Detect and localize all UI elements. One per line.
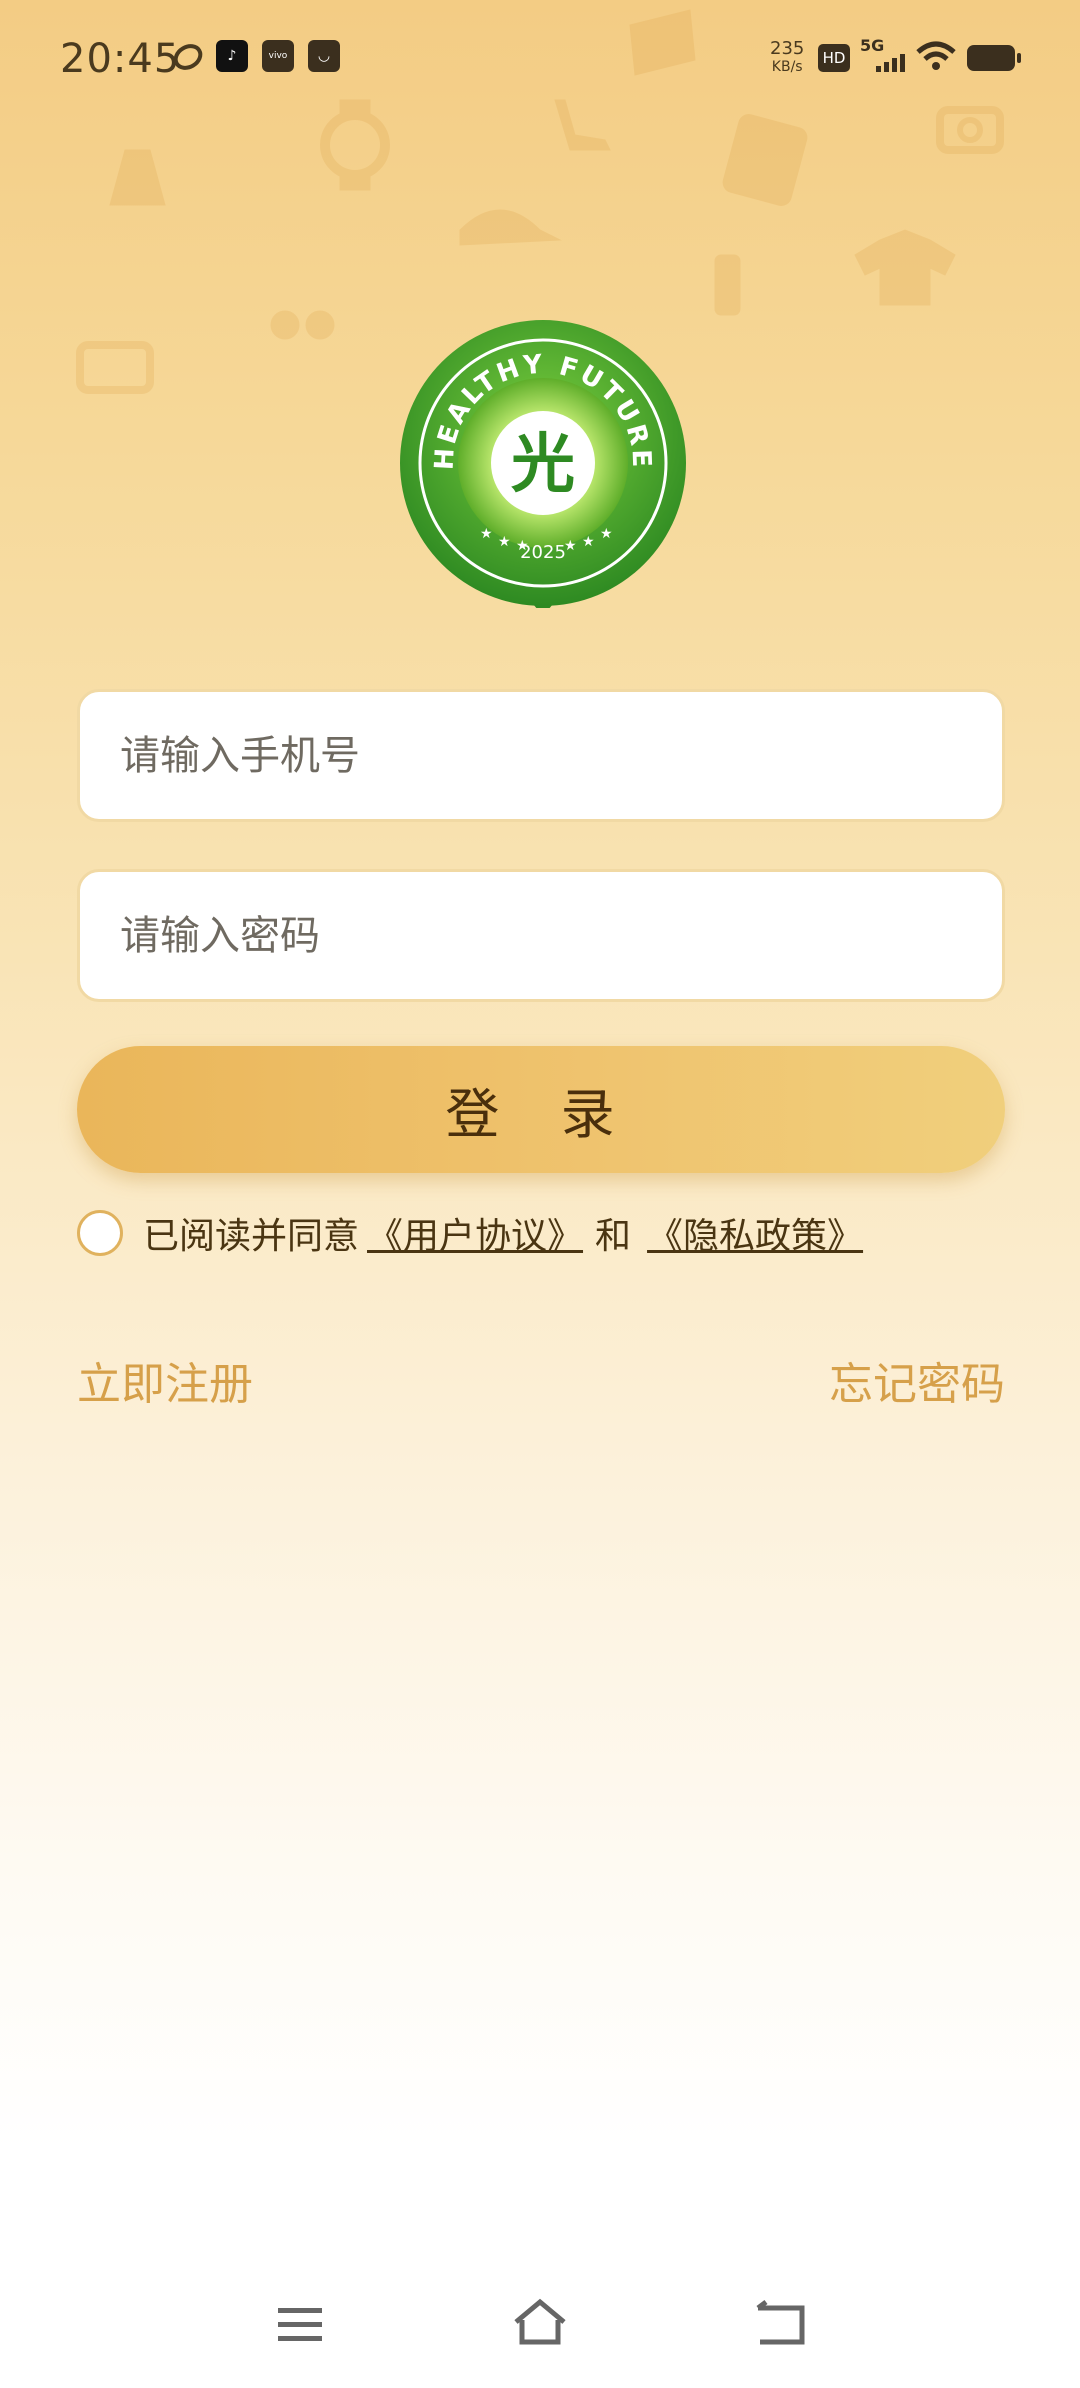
menu-nav-button[interactable] xyxy=(276,2302,326,2350)
svg-text:★: ★ xyxy=(498,534,511,550)
status-bar: 20:45 ♪ vivo ◡ 235 KB/s HD 5G xyxy=(0,0,1080,120)
user-agreement-link[interactable]: 《用户协议》 xyxy=(367,1207,583,1259)
back-icon xyxy=(756,2300,805,2345)
privacy-policy-link[interactable]: 《隐私政策》 xyxy=(647,1207,863,1259)
network-speed: 235 KB/s xyxy=(770,38,805,76)
agreement-row: 已阅读并同意 《用户协议》 和 《隐私政策》 xyxy=(77,1203,871,1263)
shopping-bag-icon: ◡ xyxy=(308,40,340,72)
phone-input[interactable] xyxy=(80,692,1002,819)
svg-text:★: ★ xyxy=(564,538,577,554)
wifi-icon xyxy=(916,40,956,76)
battery-icon xyxy=(966,44,1022,76)
svg-text:★: ★ xyxy=(600,526,613,542)
agreement-prefix: 已阅读并同意 xyxy=(143,1216,360,1257)
logo-center-char: 光 xyxy=(511,428,575,502)
back-nav-button[interactable] xyxy=(752,2300,808,2352)
menu-icon xyxy=(278,2308,322,2341)
status-time: 20:45 xyxy=(60,36,181,82)
svg-text:★: ★ xyxy=(480,526,493,542)
svg-text:★: ★ xyxy=(582,534,595,550)
home-icon xyxy=(514,2298,566,2345)
password-field[interactable] xyxy=(77,869,1005,1002)
vivo-icon: vivo xyxy=(262,40,294,72)
phone-field[interactable] xyxy=(77,689,1005,822)
password-input[interactable] xyxy=(80,872,1002,999)
forgot-password-link[interactable]: 忘记密码 xyxy=(829,1348,1005,1412)
agreement-checkbox[interactable] xyxy=(77,1210,123,1256)
agreement-and: 和 xyxy=(595,1216,632,1257)
home-nav-button[interactable] xyxy=(510,2296,570,2352)
app-notification-icon xyxy=(172,42,204,72)
tiktok-icon: ♪ xyxy=(216,40,248,72)
signal-icon: 5G xyxy=(860,38,905,74)
login-button[interactable]: 登 录 xyxy=(77,1046,1005,1173)
svg-text:★: ★ xyxy=(516,538,529,554)
register-link[interactable]: 立即注册 xyxy=(77,1348,253,1412)
app-logo: HEALTHY FUTURE 光 2025 ★ ★ ★ ★ ★ ★ xyxy=(398,318,688,616)
hd-icon: HD xyxy=(818,44,850,72)
